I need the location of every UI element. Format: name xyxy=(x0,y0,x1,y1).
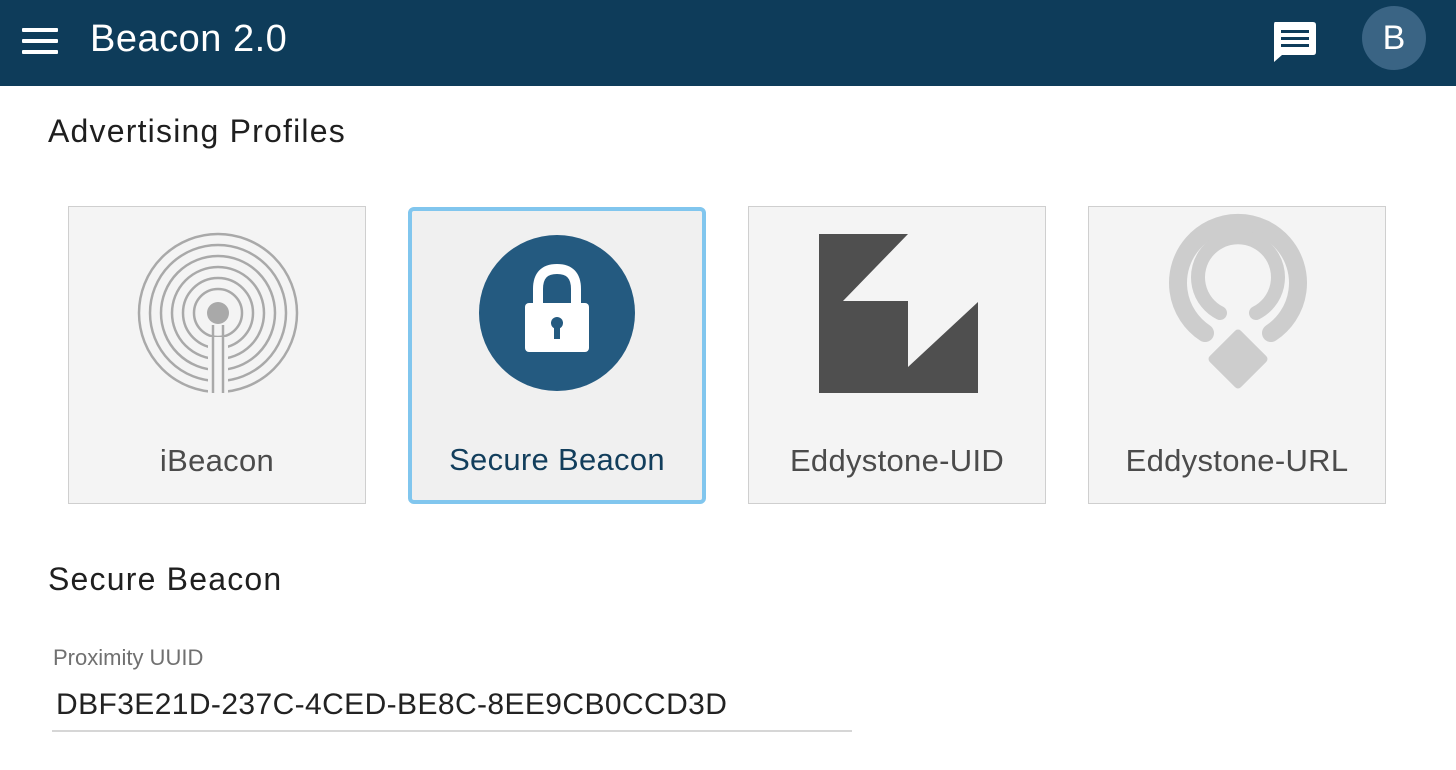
profile-card-eddystone-uid[interactable]: Eddystone-UID xyxy=(748,206,1046,504)
eddystone-icon xyxy=(819,234,978,393)
app-bar: Beacon 2.0 B xyxy=(0,0,1456,86)
profile-card-secure-beacon[interactable]: Secure Beacon xyxy=(408,207,706,504)
hamburger-menu-icon xyxy=(22,39,58,43)
uuid-label: Proximity UUID xyxy=(53,645,204,670)
profiles-title: Advertising Profiles xyxy=(48,113,346,149)
card-label: Eddystone-UID xyxy=(789,443,1005,478)
hamburger-menu-icon xyxy=(22,28,58,32)
eddystone-url-icon xyxy=(1169,213,1307,389)
profile-card-ibeacon[interactable]: iBeacon xyxy=(68,206,366,504)
hamburger-menu-icon xyxy=(22,50,58,54)
details-title: Secure Beacon xyxy=(48,561,283,597)
uuid-input[interactable] xyxy=(52,680,852,732)
card-label: Secure Beacon xyxy=(449,442,665,477)
profile-card-eddystone-url[interactable]: Eddystone-URL xyxy=(1088,206,1386,504)
app-title: Beacon 2.0 xyxy=(90,18,288,60)
card-label: Eddystone-URL xyxy=(1125,443,1349,478)
menu-button[interactable] xyxy=(18,22,62,62)
ibeacon-icon xyxy=(137,232,299,395)
card-icon-area xyxy=(412,211,702,431)
card-icon-area xyxy=(1089,207,1385,427)
chat-icon xyxy=(1274,22,1316,62)
lock-icon xyxy=(479,235,635,391)
chat-button[interactable] xyxy=(1268,18,1320,64)
card-icon-area xyxy=(69,207,365,427)
avatar[interactable]: B xyxy=(1362,6,1426,70)
card-label: iBeacon xyxy=(159,443,275,478)
card-icon-area xyxy=(749,207,1045,427)
